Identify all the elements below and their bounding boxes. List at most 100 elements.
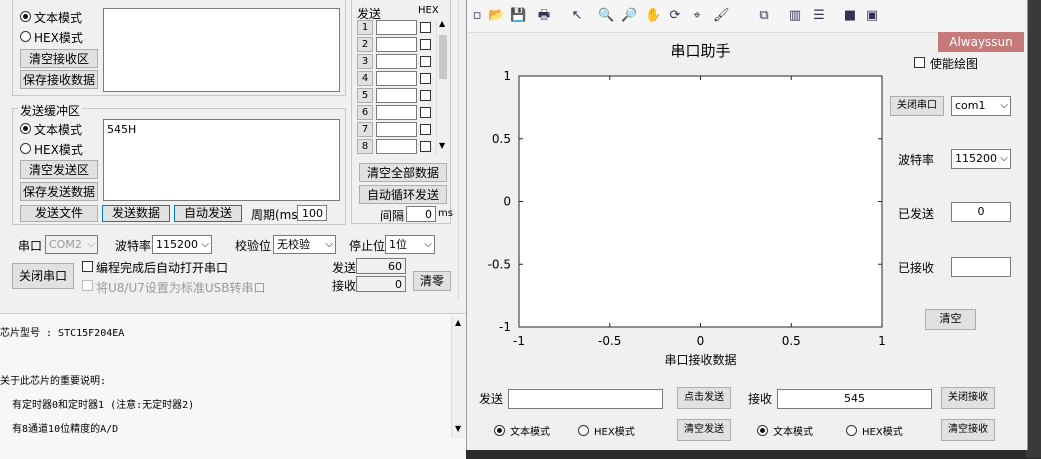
multi-send-row-input[interactable] <box>376 105 417 120</box>
enable-plot-label: 使能绘图 <box>930 57 979 71</box>
auto-open-checkbox[interactable] <box>82 261 93 272</box>
send-text-mode-radio[interactable] <box>20 123 31 134</box>
recv-text-mode-label: 文本模式 <box>34 11 83 25</box>
send-hex-mode-label-2: HEX模式 <box>594 427 635 438</box>
save-receive-button[interactable]: 保存接收数据 <box>20 70 98 89</box>
multi-send-row-hex-checkbox[interactable] <box>420 141 431 152</box>
send-input[interactable] <box>508 389 663 409</box>
auto-send-button[interactable]: 自动发送 <box>174 205 242 222</box>
legend-icon[interactable]: ☰ <box>811 8 827 24</box>
x-tick-label: 0.5 <box>782 334 801 348</box>
sent-field[interactable]: 0 <box>951 202 1011 222</box>
parity-value: 无校验 <box>277 238 310 251</box>
pointer-icon[interactable]: ↖ <box>569 8 585 24</box>
usb-checkbox[interactable] <box>82 280 93 291</box>
show-plot-tools-icon[interactable]: ▣ <box>864 8 880 24</box>
zoom-in-icon[interactable]: 🔍 <box>598 8 614 24</box>
auto-loop-send-button[interactable]: 自动循环发送 <box>359 185 447 204</box>
clear-send-button[interactable]: 清空发送区 <box>20 160 98 179</box>
rotate-icon[interactable]: ⟳ <box>667 8 683 24</box>
multi-send-row-hex-checkbox[interactable] <box>420 124 431 135</box>
data-cursor-icon[interactable]: ⌖ <box>689 8 705 24</box>
clear-plot-button[interactable]: 清空 <box>925 309 976 330</box>
right-baud-select[interactable]: 115200 ⌵ <box>951 149 1011 169</box>
brush-icon[interactable]: 🖌 <box>713 8 730 24</box>
multi-send-row-input[interactable] <box>376 37 417 52</box>
multi-send-row-button[interactable]: 3 <box>357 54 373 69</box>
close-serial-button[interactable]: 关闭串口 <box>12 263 74 289</box>
baud-select[interactable]: 115200 ⌵ <box>152 235 212 254</box>
multi-send-row-input[interactable] <box>376 122 417 137</box>
period-input[interactable]: 100 <box>297 205 327 221</box>
multi-send-row-hex-checkbox[interactable] <box>420 22 431 33</box>
clear-receive-button[interactable]: 清空接收区 <box>20 49 98 68</box>
multi-send-row-hex-checkbox[interactable] <box>420 56 431 67</box>
recv-count-field: 0 <box>356 276 406 292</box>
y-tick-label: 0.5 <box>492 132 511 146</box>
pan-hand-icon[interactable]: ✋ <box>645 8 661 24</box>
chevron-down-icon: ⌵ <box>325 239 333 250</box>
multi-send-row-hex-checkbox[interactable] <box>420 90 431 101</box>
multi-send-row-button[interactable]: 6 <box>357 105 373 120</box>
recv-text-mode-radio-2[interactable] <box>757 425 768 436</box>
scroll-up-arrow-icon[interactable]: ▲ <box>455 318 461 327</box>
clear-receive-button-2[interactable]: 清空接收 <box>941 419 995 441</box>
close-receive-button[interactable]: 关闭接收 <box>941 387 995 409</box>
send-buffer-textarea[interactable]: 545H <box>103 119 340 201</box>
port-label: 串口 <box>18 239 43 253</box>
new-file-icon[interactable]: ▫ <box>469 8 485 24</box>
multi-send-row-input[interactable] <box>376 88 417 103</box>
stop-bits-select[interactable]: 1位 ⌵ <box>385 235 435 254</box>
click-send-button[interactable]: 点击发送 <box>677 387 731 409</box>
scroll-down-arrow-icon[interactable]: ▼ <box>439 141 445 150</box>
sent-count-label: 发送 <box>332 261 357 275</box>
multi-send-row-hex-checkbox[interactable] <box>420 107 431 118</box>
multi-send-row-button[interactable]: 8 <box>357 139 373 154</box>
zoom-out-icon[interactable]: 🔎 <box>621 8 637 24</box>
multi-send-row-hex-checkbox[interactable] <box>420 39 431 50</box>
port-select[interactable]: COM2 ⌵ <box>45 235 98 254</box>
send-file-button[interactable]: 发送文件 <box>20 205 98 222</box>
multi-send-row-button[interactable]: 7 <box>357 122 373 137</box>
clear-all-data-button[interactable]: 清空全部数据 <box>359 163 447 182</box>
scroll-thumb[interactable] <box>439 35 447 79</box>
recv-hex-mode-radio-2[interactable] <box>846 425 857 436</box>
info-scrollbar[interactable]: ▲ ▼ <box>451 316 465 438</box>
scroll-up-arrow-icon[interactable]: ▲ <box>439 19 445 28</box>
enable-plot-checkbox[interactable] <box>914 57 925 68</box>
send-text-mode-radio-2[interactable] <box>494 425 505 436</box>
multi-send-row-hex-checkbox[interactable] <box>420 73 431 84</box>
com-select[interactable]: com1 ⌵ <box>951 96 1011 116</box>
receive-input[interactable]: 545 <box>777 389 932 409</box>
interval-input[interactable]: 0 <box>406 206 436 222</box>
multi-send-row-button[interactable]: 2 <box>357 37 373 52</box>
multi-send-row-button[interactable]: 5 <box>357 88 373 103</box>
recv-hex-mode-radio[interactable] <box>20 31 31 42</box>
close-port-button[interactable]: 关闭串口 <box>890 96 944 116</box>
recv-text-mode-radio[interactable] <box>20 11 31 22</box>
parity-select[interactable]: 无校验 ⌵ <box>273 235 336 254</box>
multi-send-row-input[interactable] <box>376 139 417 154</box>
received-field[interactable] <box>951 257 1011 277</box>
x-axis-label: 串口接收数据 <box>664 352 736 367</box>
send-hex-mode-radio-2[interactable] <box>578 425 589 436</box>
multi-send-row-input[interactable] <box>376 71 417 86</box>
save-send-button[interactable]: 保存发送数据 <box>20 182 98 201</box>
multi-send-row-button[interactable]: 1 <box>357 20 373 35</box>
save-icon[interactable]: 💾 <box>510 8 526 24</box>
clear-counts-button[interactable]: 清零 <box>413 271 451 291</box>
send-data-button[interactable]: 发送数据 <box>102 205 170 222</box>
print-icon[interactable]: 🖶 <box>536 8 552 24</box>
link-plot-icon[interactable]: ⧉ <box>756 8 772 24</box>
multi-send-row-input[interactable] <box>376 20 417 35</box>
send-hex-mode-radio[interactable] <box>20 143 31 154</box>
multi-send-row-button[interactable]: 4 <box>357 71 373 86</box>
colorbar-icon[interactable]: ▥ <box>787 8 803 24</box>
open-folder-icon[interactable]: 📂 <box>488 8 504 24</box>
scroll-down-arrow-icon[interactable]: ▼ <box>455 424 461 433</box>
receive-buffer-textarea[interactable] <box>103 8 340 92</box>
multi-send-scrollbar[interactable]: ▲ ▼ <box>436 19 449 155</box>
clear-send-button-2[interactable]: 清空发送 <box>677 419 731 441</box>
multi-send-row-input[interactable] <box>376 54 417 69</box>
hide-plot-tools-icon[interactable]: ■ <box>842 8 858 24</box>
